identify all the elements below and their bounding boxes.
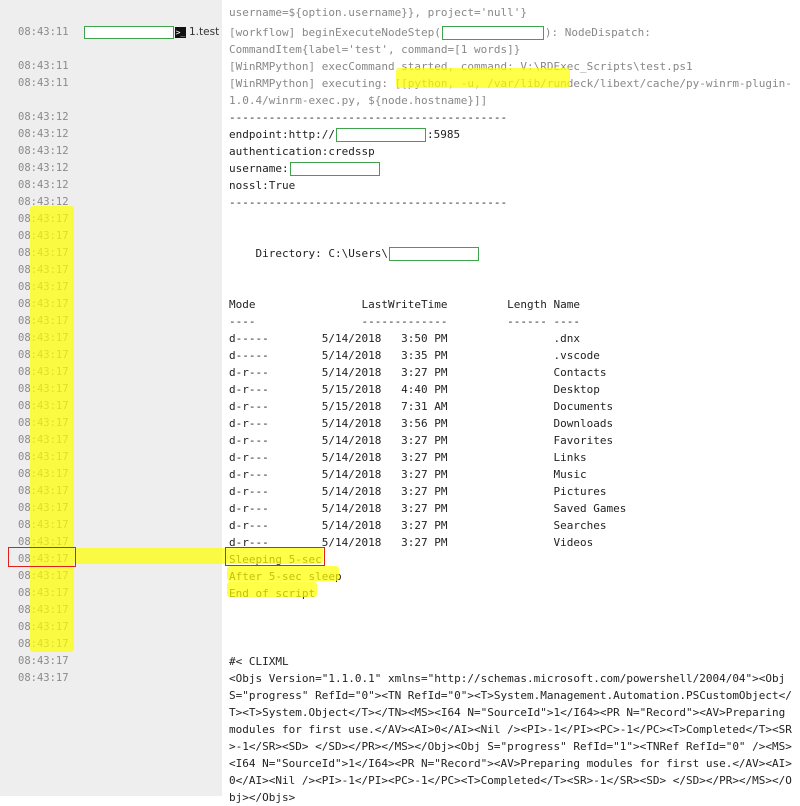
log-timestamp[interactable]: 08:43:12 [18, 177, 88, 194]
log-message: d-r--- 5/15/2018 4:40 PM Desktop [229, 381, 795, 398]
log-text: d-r--- 5/14/2018 3:27 PM Links [229, 451, 587, 464]
log-message: d-r--- 5/14/2018 3:27 PM Contacts [229, 364, 795, 381]
log-text: ---- ------------- ------ ---- [229, 315, 580, 328]
step-label[interactable]: 1.test [189, 24, 219, 41]
log-text-continued: :5985 [426, 128, 461, 141]
log-message: ----------------------------------------… [229, 109, 795, 126]
redaction-box [289, 162, 380, 176]
log-timestamp[interactable]: 08:43:11 [18, 58, 88, 75]
highlight-arrow-connector [74, 548, 228, 564]
log-message: Mode LastWriteTime Length Name [229, 296, 795, 313]
log-message: username: [229, 160, 795, 177]
log-message: d-r--- 5/14/2018 3:27 PM Links [229, 449, 795, 466]
log-text: d-r--- 5/14/2018 3:27 PM Saved Games [229, 502, 627, 515]
log-message: [workflow] beginExecuteNodeStep( ): NodeD… [229, 24, 795, 41]
log-text: d----- 5/14/2018 3:35 PM .vscode [229, 349, 600, 362]
log-text: d-r--- 5/15/2018 4:40 PM Desktop [229, 383, 600, 396]
log-message: ----------------------------------------… [229, 194, 795, 211]
log-text: d-r--- 5/14/2018 3:27 PM Pictures [229, 485, 607, 498]
redaction-box [441, 26, 544, 40]
log-message: CommandItem{label='test', command=[1 wor… [229, 41, 795, 58]
log-message: authentication:credssp [229, 143, 795, 160]
log-message: d-r--- 5/14/2018 3:27 PM Favorites [229, 432, 795, 449]
log-text: username: [229, 162, 289, 175]
log-text: ----------------------------------------… [229, 111, 508, 124]
log-timestamp[interactable]: 08:43:17 [18, 653, 88, 670]
highlight-timestamp-column [30, 206, 74, 652]
log-timestamp[interactable]: 08:43:17 [18, 670, 88, 687]
annotation-box-timestamp [8, 547, 76, 567]
log-text: username=${option.username}}, project='n… [229, 6, 528, 19]
log-text: d-r--- 5/14/2018 3:27 PM Contacts [229, 366, 607, 379]
log-message: username=${option.username}}, project='n… [229, 4, 795, 21]
log-text: <Objs Version="1.1.0.1" xmlns="http://sc… [229, 672, 792, 804]
log-text: endpoint:http:// [229, 128, 335, 141]
log-message: Directory: C:\Users\ [229, 245, 795, 262]
log-message: nossl:True [229, 177, 795, 194]
log-timestamp[interactable]: 08:43:12 [18, 109, 88, 126]
log-message: d----- 5/14/2018 3:50 PM .dnx [229, 330, 795, 347]
highlight-end-line [227, 582, 317, 597]
log-message: 1.0.4/winrm-exec.py, ${node.hostname}]] [229, 92, 795, 109]
log-text: ----------------------------------------… [229, 196, 508, 209]
log-message: endpoint:http:// :5985 [229, 126, 795, 143]
log-text: d----- 5/14/2018 3:50 PM .dnx [229, 332, 580, 345]
log-text: Mode LastWriteTime Length Name [229, 298, 580, 311]
log-timestamp[interactable]: 08:43:11 [18, 24, 88, 41]
highlight-python-command [396, 68, 570, 88]
log-text: 1.0.4/winrm-exec.py, ${node.hostname}]] [229, 94, 488, 107]
highlight-after-line [227, 566, 339, 581]
log-text: CommandItem{label='test', command=[1 wor… [229, 43, 521, 56]
log-text-continued: ): NodeDispatch: [544, 26, 651, 39]
terminal-icon: >_ [175, 27, 186, 38]
log-message: d-r--- 5/15/2018 7:31 AM Documents [229, 398, 795, 415]
redaction-box [388, 247, 479, 261]
log-text: authentication:credssp [229, 145, 375, 158]
log-text: d-r--- 5/14/2018 3:27 PM Music [229, 468, 587, 481]
log-text: #< CLIXML [229, 655, 289, 668]
log-timestamp[interactable]: 08:43:12 [18, 160, 88, 177]
annotation-box-sleeping [225, 547, 325, 566]
log-text: d-r--- 5/15/2018 7:31 AM Documents [229, 400, 614, 413]
log-text: [workflow] beginExecuteNodeStep( [229, 26, 441, 39]
log-text: d-r--- 5/14/2018 3:27 PM Favorites [229, 434, 614, 447]
log-message: ---- ------------- ------ ---- [229, 313, 795, 330]
redaction-box [335, 128, 426, 142]
log-message: d-r--- 5/14/2018 3:27 PM Pictures [229, 483, 795, 500]
redacted-node-name [84, 26, 174, 39]
log-text: Directory: C:\Users\ [229, 247, 388, 260]
log-message: #< CLIXML [229, 653, 795, 670]
log-message: d-r--- 5/14/2018 3:27 PM Searches [229, 517, 795, 534]
log-timestamp[interactable]: 08:43:11 [18, 75, 88, 92]
log-timestamp[interactable]: 08:43:12 [18, 143, 88, 160]
log-text: nossl:True [229, 179, 296, 192]
log-message: <Objs Version="1.1.0.1" xmlns="http://sc… [229, 670, 795, 806]
log-message: d-r--- 5/14/2018 3:27 PM Saved Games [229, 500, 795, 517]
log-message: d-r--- 5/14/2018 3:56 PM Downloads [229, 415, 795, 432]
log-text: d-r--- 5/14/2018 3:56 PM Downloads [229, 417, 614, 430]
log-message: d-r--- 5/14/2018 3:27 PM Music [229, 466, 795, 483]
log-message: d----- 5/14/2018 3:35 PM .vscode [229, 347, 795, 364]
log-text: d-r--- 5/14/2018 3:27 PM Searches [229, 519, 607, 532]
log-timestamp[interactable]: 08:43:12 [18, 126, 88, 143]
